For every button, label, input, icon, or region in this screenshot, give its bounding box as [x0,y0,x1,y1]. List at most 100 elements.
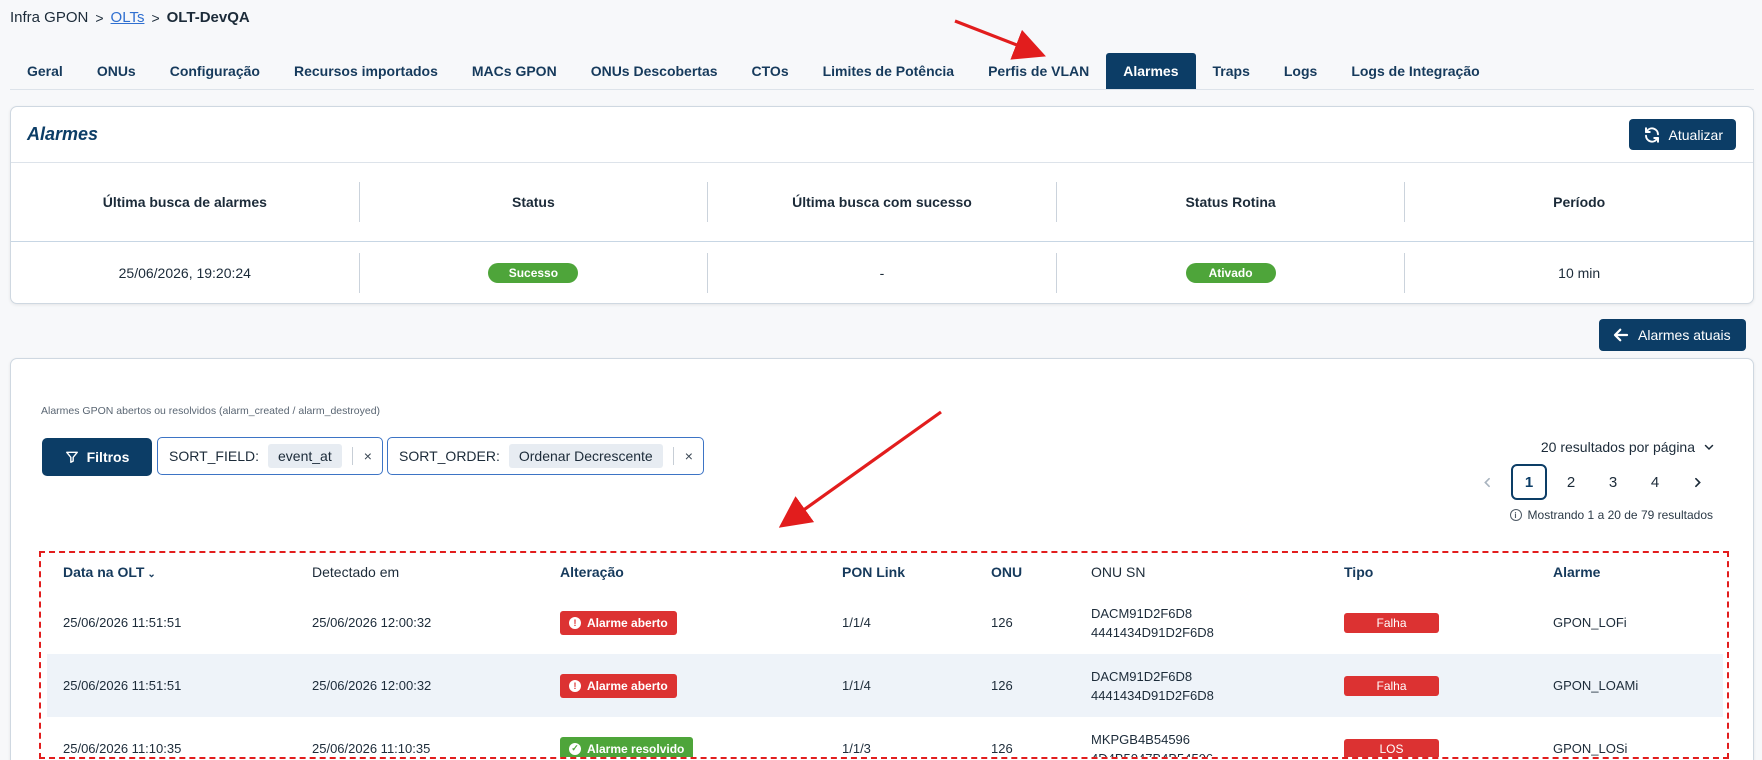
tab-logs[interactable]: Logs [1267,53,1334,89]
cell-onu: 126 [991,741,1013,756]
alarm-summary-card: Alarmes Atualizar Última busca de alarme… [10,106,1754,304]
current-alarms-button[interactable]: Alarmes atuais [1599,319,1746,351]
tab-limites-de-potencia[interactable]: Limites de Potência [806,53,971,89]
cell-onu-sn: MKPGB4B54596 4D4B5047B4B54596 [1075,730,1328,759]
col-olt-date-label: Data na OLT [63,564,145,580]
tab-onus[interactable]: ONUs [80,53,153,89]
col-olt-date[interactable]: Data na OLT ⌄ [47,564,296,580]
cell-onu: 126 [991,615,1013,630]
cell-detected: 25/06/2026 12:00:32 [312,615,432,630]
cell-alarm: GPON_LOFi [1553,615,1627,630]
tab-perfis-de-vlan[interactable]: Perfis de VLAN [971,53,1106,89]
chip-close-icon[interactable]: × [364,448,372,464]
cell-alarm: GPON_LOSi [1553,741,1628,756]
chevron-down-icon [1704,444,1714,451]
alarm-list-card: Alarmes GPON abertos ou resolvidos (alar… [10,358,1754,760]
chip-close-icon[interactable]: × [685,448,693,464]
exclamation-icon: ! [569,616,581,629]
arrow-left-icon [1613,328,1629,342]
cell-olt-date: 25/06/2026 11:10:35 [63,741,182,756]
summary-header: Alarmes Atualizar [11,107,1753,163]
table-row[interactable]: 25/06/2026 11:51:51 25/06/2026 12:00:32 … [47,654,1723,717]
badge-label: Alarme resolvido [587,741,685,756]
filter-chip-sort-field: SORT_FIELD: event_at × [157,437,383,475]
cell-change: ! Alarme aberto [544,673,826,698]
cell-pon-link: 1/1/3 [842,741,871,756]
tab-macs-gpon[interactable]: MACs GPON [455,53,574,89]
cell-olt-date: 25/06/2026 11:51:51 [63,615,182,630]
status-cell: Sucesso [360,252,709,293]
summary-col-status: Status [360,182,709,222]
chip-divider [672,447,674,465]
type-badge: Falha [1344,675,1439,696]
cell-onu-sn: DACM91D2F6D8 4441434D91D2F6D8 [1075,604,1328,642]
tab-ctos[interactable]: CTOs [735,53,806,89]
info-icon: i [1509,509,1522,521]
cell-pon-link: 1/1/4 [842,678,871,693]
next-page-button[interactable] [1679,464,1715,500]
page-button-3[interactable]: 3 [1595,464,1631,500]
chevron-right-icon [1694,477,1701,487]
col-alarm: Alarme [1553,564,1601,580]
breadcrumb: Infra GPON > OLTs > OLT-DevQA [10,9,250,26]
tab-logs-de-integracao[interactable]: Logs de Integração [1334,53,1496,89]
cell-olt-date: 25/06/2026 11:51:51 [63,678,182,693]
breadcrumb-current: OLT-DevQA [166,9,250,26]
exclamation-icon: ! [569,679,581,692]
current-alarms-label: Alarmes atuais [1638,327,1731,343]
col-onu: ONU [991,564,1023,580]
per-page-label: 20 resultados por página [1540,439,1695,455]
results-summary: i Mostrando 1 a 20 de 79 resultados [1509,508,1713,522]
chip-key: SORT_FIELD: [169,448,259,464]
alarm-open-badge: ! Alarme aberto [560,610,677,635]
alarm-resolved-badge: ✓ Alarme resolvido [560,736,694,757]
badge-label: Alarme aberto [587,615,668,630]
results-summary-text: Mostrando 1 a 20 de 79 resultados [1527,508,1713,522]
filters-button[interactable]: Filtros [42,438,152,476]
period-value: 10 min [1558,264,1601,281]
list-caption: Alarmes GPON abertos ou resolvidos (alar… [41,405,381,417]
table-row[interactable]: 25/06/2026 11:10:35 25/06/2026 11:10:35 … [47,717,1723,759]
cell-change: ✓ Alarme resolvido [544,736,826,757]
page-button-2[interactable]: 2 [1553,464,1589,500]
summary-col-last-fetch: Última busca de alarmes [11,182,360,222]
type-badge: LOS [1344,738,1439,757]
page-button-4[interactable]: 4 [1637,464,1673,500]
cell-pon-link: 1/1/4 [842,615,871,630]
cell-detected: 25/06/2026 11:10:35 [312,741,431,756]
page-button-1[interactable]: 1 [1511,464,1547,500]
cell-type: Falha [1328,675,1537,696]
prev-page-button[interactable] [1469,464,1505,500]
chip-value: Ordenar Decrescente [508,444,663,468]
onu-sn-hex: 4441434D91D2F6D8 [1091,687,1214,703]
table-row[interactable]: 25/06/2026 11:51:51 25/06/2026 12:00:32 … [47,591,1723,654]
breadcrumb-olts-link[interactable]: OLTs [111,9,145,26]
annotation-dashed-box: Data na OLT ⌄ Detectado em Alteração PON … [39,551,1729,759]
tab-geral[interactable]: Geral [10,53,80,89]
tab-traps[interactable]: Traps [1196,53,1267,89]
filter-chip-sort-order: SORT_ORDER: Ordenar Decrescente × [387,437,704,475]
breadcrumb-separator: > [95,9,104,26]
onu-sn-hex: 4441434D91D2F6D8 [1091,624,1214,640]
breadcrumb-separator: > [151,9,160,26]
sort-desc-icon: ⌄ [147,569,156,580]
cell-type: LOS [1328,738,1537,757]
alarms-table: Data na OLT ⌄ Detectado em Alteração PON … [47,553,1723,759]
summary-values-row: 25/06/2026, 19:20:24 Sucesso - Ativado 1… [11,242,1753,303]
tab-configuracao[interactable]: Configuração [153,53,277,89]
cell-onu: 126 [991,678,1013,693]
routine-status-badge: Ativado [1185,262,1276,283]
cell-change: ! Alarme aberto [544,610,826,635]
last-fetch-value: 25/06/2026, 19:20:24 [11,252,360,293]
breadcrumb-root[interactable]: Infra GPON [10,9,88,26]
per-page-select[interactable]: 20 resultados por página [1541,439,1715,455]
tab-recursos-importados[interactable]: Recursos importados [277,53,455,89]
tab-onus-descobertas[interactable]: ONUs Descobertas [574,53,735,89]
badge-label: Alarme aberto [587,678,668,693]
cell-detected: 25/06/2026 12:00:32 [312,678,432,693]
refresh-button[interactable]: Atualizar [1628,119,1736,150]
onu-sn-hex: 4D4B5047B4B54596 [1091,750,1214,759]
tab-alarmes[interactable]: Alarmes [1106,53,1196,89]
chip-divider [351,447,353,465]
type-badge: Falha [1344,612,1439,633]
